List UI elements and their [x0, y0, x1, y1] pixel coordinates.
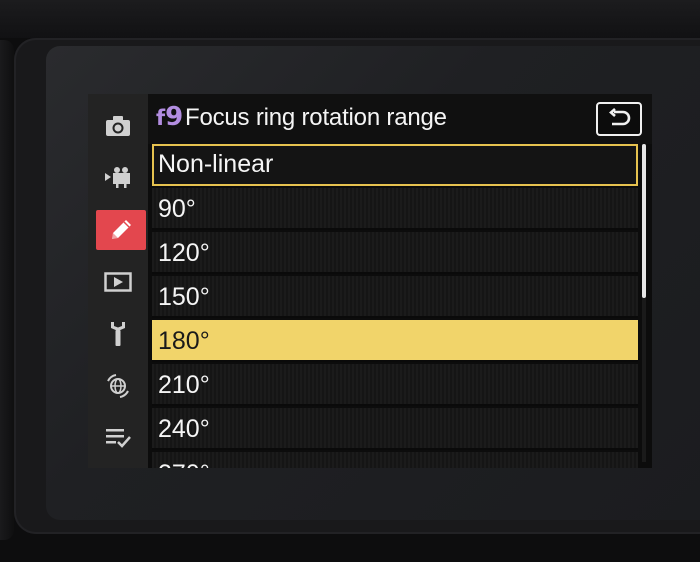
movie-camera-icon: [105, 167, 130, 188]
sidebar-item-playback[interactable]: [96, 262, 140, 302]
option-180[interactable]: 180°: [152, 320, 638, 362]
my-menu-icon: [106, 429, 131, 448]
option-120[interactable]: 120°: [152, 232, 638, 274]
scrollbar-thumb[interactable]: [642, 144, 646, 298]
back-arrow-icon: [609, 108, 631, 126]
menu-code-number: 9: [165, 102, 184, 132]
option-240[interactable]: 240°: [152, 408, 638, 450]
sidebar-item-setup[interactable]: [96, 314, 140, 354]
network-icon: [107, 374, 129, 398]
menu-sidebar: [88, 94, 148, 468]
lcd-screen: f9 Focus ring rotation range Non-linear …: [88, 94, 652, 468]
camera-left-edge: [0, 40, 14, 540]
option-list: Non-linear 90° 120° 150° 180° 210° 240° …: [148, 144, 638, 468]
menu-code-prefix: f: [156, 106, 166, 130]
option-150[interactable]: 150°: [152, 276, 638, 318]
back-button[interactable]: [596, 102, 642, 136]
pencil-icon: [112, 220, 131, 239]
camera-icon: [106, 116, 130, 136]
sidebar-item-photo-shooting[interactable]: [96, 106, 140, 146]
menu-code: f9: [156, 102, 183, 133]
menu-header: f9 Focus ring rotation range: [148, 94, 652, 144]
sidebar-item-network[interactable]: [96, 366, 140, 406]
option-non-linear[interactable]: Non-linear: [152, 144, 638, 186]
option-90[interactable]: 90°: [152, 188, 638, 230]
sidebar-item-custom-settings[interactable]: [96, 210, 146, 250]
sidebar-item-my-menu[interactable]: [96, 418, 140, 458]
option-270[interactable]: 270°: [152, 452, 638, 468]
wrench-icon: [111, 322, 125, 346]
scrollbar[interactable]: [642, 144, 646, 462]
sidebar-item-movie-recording[interactable]: [96, 157, 140, 197]
camera-top-edge: [0, 0, 700, 38]
playback-icon: [104, 272, 132, 292]
page-title: Focus ring rotation range: [185, 104, 447, 131]
option-210[interactable]: 210°: [152, 364, 638, 406]
